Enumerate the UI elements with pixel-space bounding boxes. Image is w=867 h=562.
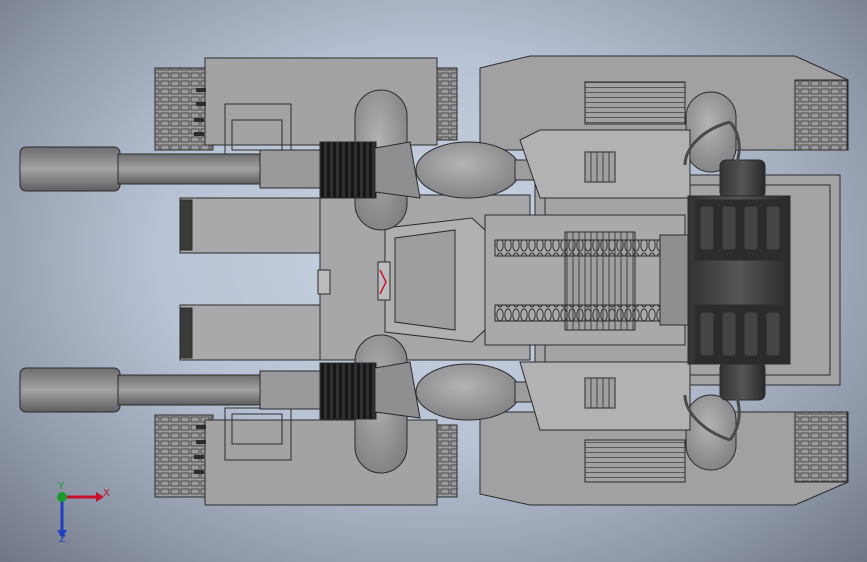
axis-triad: X Y Z <box>57 481 110 545</box>
z-axis-label: Z <box>59 534 66 545</box>
gun-barrel-bottom <box>19 361 546 421</box>
y-axis-dot <box>57 492 67 502</box>
x-axis-label: X <box>103 488 110 499</box>
y-axis-label: Y <box>57 481 65 492</box>
cad-viewport[interactable]: X Y Z <box>0 0 867 562</box>
rear-drum <box>687 159 791 401</box>
tank-model-top-view[interactable]: X Y Z <box>0 0 867 562</box>
side-pods <box>179 197 331 361</box>
gun-barrel-top <box>19 141 546 199</box>
